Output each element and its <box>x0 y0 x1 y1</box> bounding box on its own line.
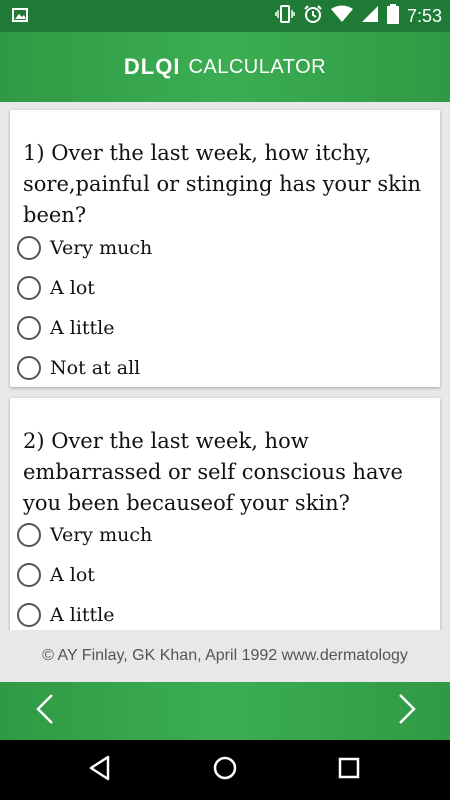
back-icon <box>87 755 113 786</box>
option-label: Very much <box>50 524 153 546</box>
app-subtitle: CALCULATOR <box>188 55 327 78</box>
radio-button[interactable] <box>17 523 41 547</box>
question-text-1: 1) Over the last week, how itchy, sore,p… <box>23 141 422 227</box>
option-label: Not at all <box>50 357 141 379</box>
option-label: A lot <box>50 277 95 299</box>
option-a-lot-q2[interactable]: A lot <box>17 559 95 591</box>
previous-button[interactable] <box>22 688 68 734</box>
system-navigation-bar <box>0 740 450 800</box>
option-label: A little <box>50 604 115 626</box>
radio-button[interactable] <box>17 236 41 260</box>
status-bar: 7:53 <box>0 0 450 32</box>
wifi-icon <box>330 5 353 28</box>
app-header: DLQI CALCULATOR <box>0 32 450 102</box>
option-a-little-q2[interactable]: A little <box>17 599 115 630</box>
home-icon <box>212 755 238 786</box>
battery-icon <box>386 3 399 29</box>
signal-icon <box>361 5 379 28</box>
clock-time: 7:53 <box>406 5 442 26</box>
system-back-button[interactable] <box>82 752 118 788</box>
option-label: A little <box>50 317 115 339</box>
question-list[interactable]: 1) Over the last week, how itchy, sore,p… <box>0 102 450 630</box>
system-recents-button[interactable] <box>331 752 367 788</box>
radio-button[interactable] <box>17 316 41 340</box>
vibrate-icon <box>275 4 295 28</box>
radio-button[interactable] <box>17 563 41 587</box>
question-card-1: 1) Over the last week, how itchy, sore,p… <box>10 110 440 387</box>
option-not-at-all-q1[interactable]: Not at all <box>17 352 140 384</box>
pager-nav-bar <box>0 682 450 740</box>
radio-button[interactable] <box>17 356 41 380</box>
option-a-little-q1[interactable]: A little <box>17 312 115 344</box>
next-button[interactable] <box>384 688 430 734</box>
option-label: A lot <box>50 564 95 586</box>
radio-button[interactable] <box>17 276 41 300</box>
copyright-footer: © AY Finlay, GK Khan, April 1992 www.der… <box>0 630 450 682</box>
recents-icon <box>337 756 361 785</box>
app-brand: DLQI <box>123 54 181 79</box>
option-label: Very much <box>50 237 153 259</box>
system-home-button[interactable] <box>207 752 243 788</box>
image-icon <box>12 8 28 22</box>
option-a-lot-q1[interactable]: A lot <box>17 272 95 304</box>
option-very-much-q2[interactable]: Very much <box>17 519 152 551</box>
radio-button[interactable] <box>17 603 41 627</box>
option-very-much-q1[interactable]: Very much <box>17 232 152 264</box>
question-card-2: 2) Over the last week, how embarrassed o… <box>10 398 440 630</box>
chevron-left-icon <box>35 693 55 730</box>
alarm-icon <box>303 4 323 29</box>
chevron-right-icon <box>397 693 417 730</box>
question-text-2: 2) Over the last week, how embarrassed o… <box>23 429 403 515</box>
